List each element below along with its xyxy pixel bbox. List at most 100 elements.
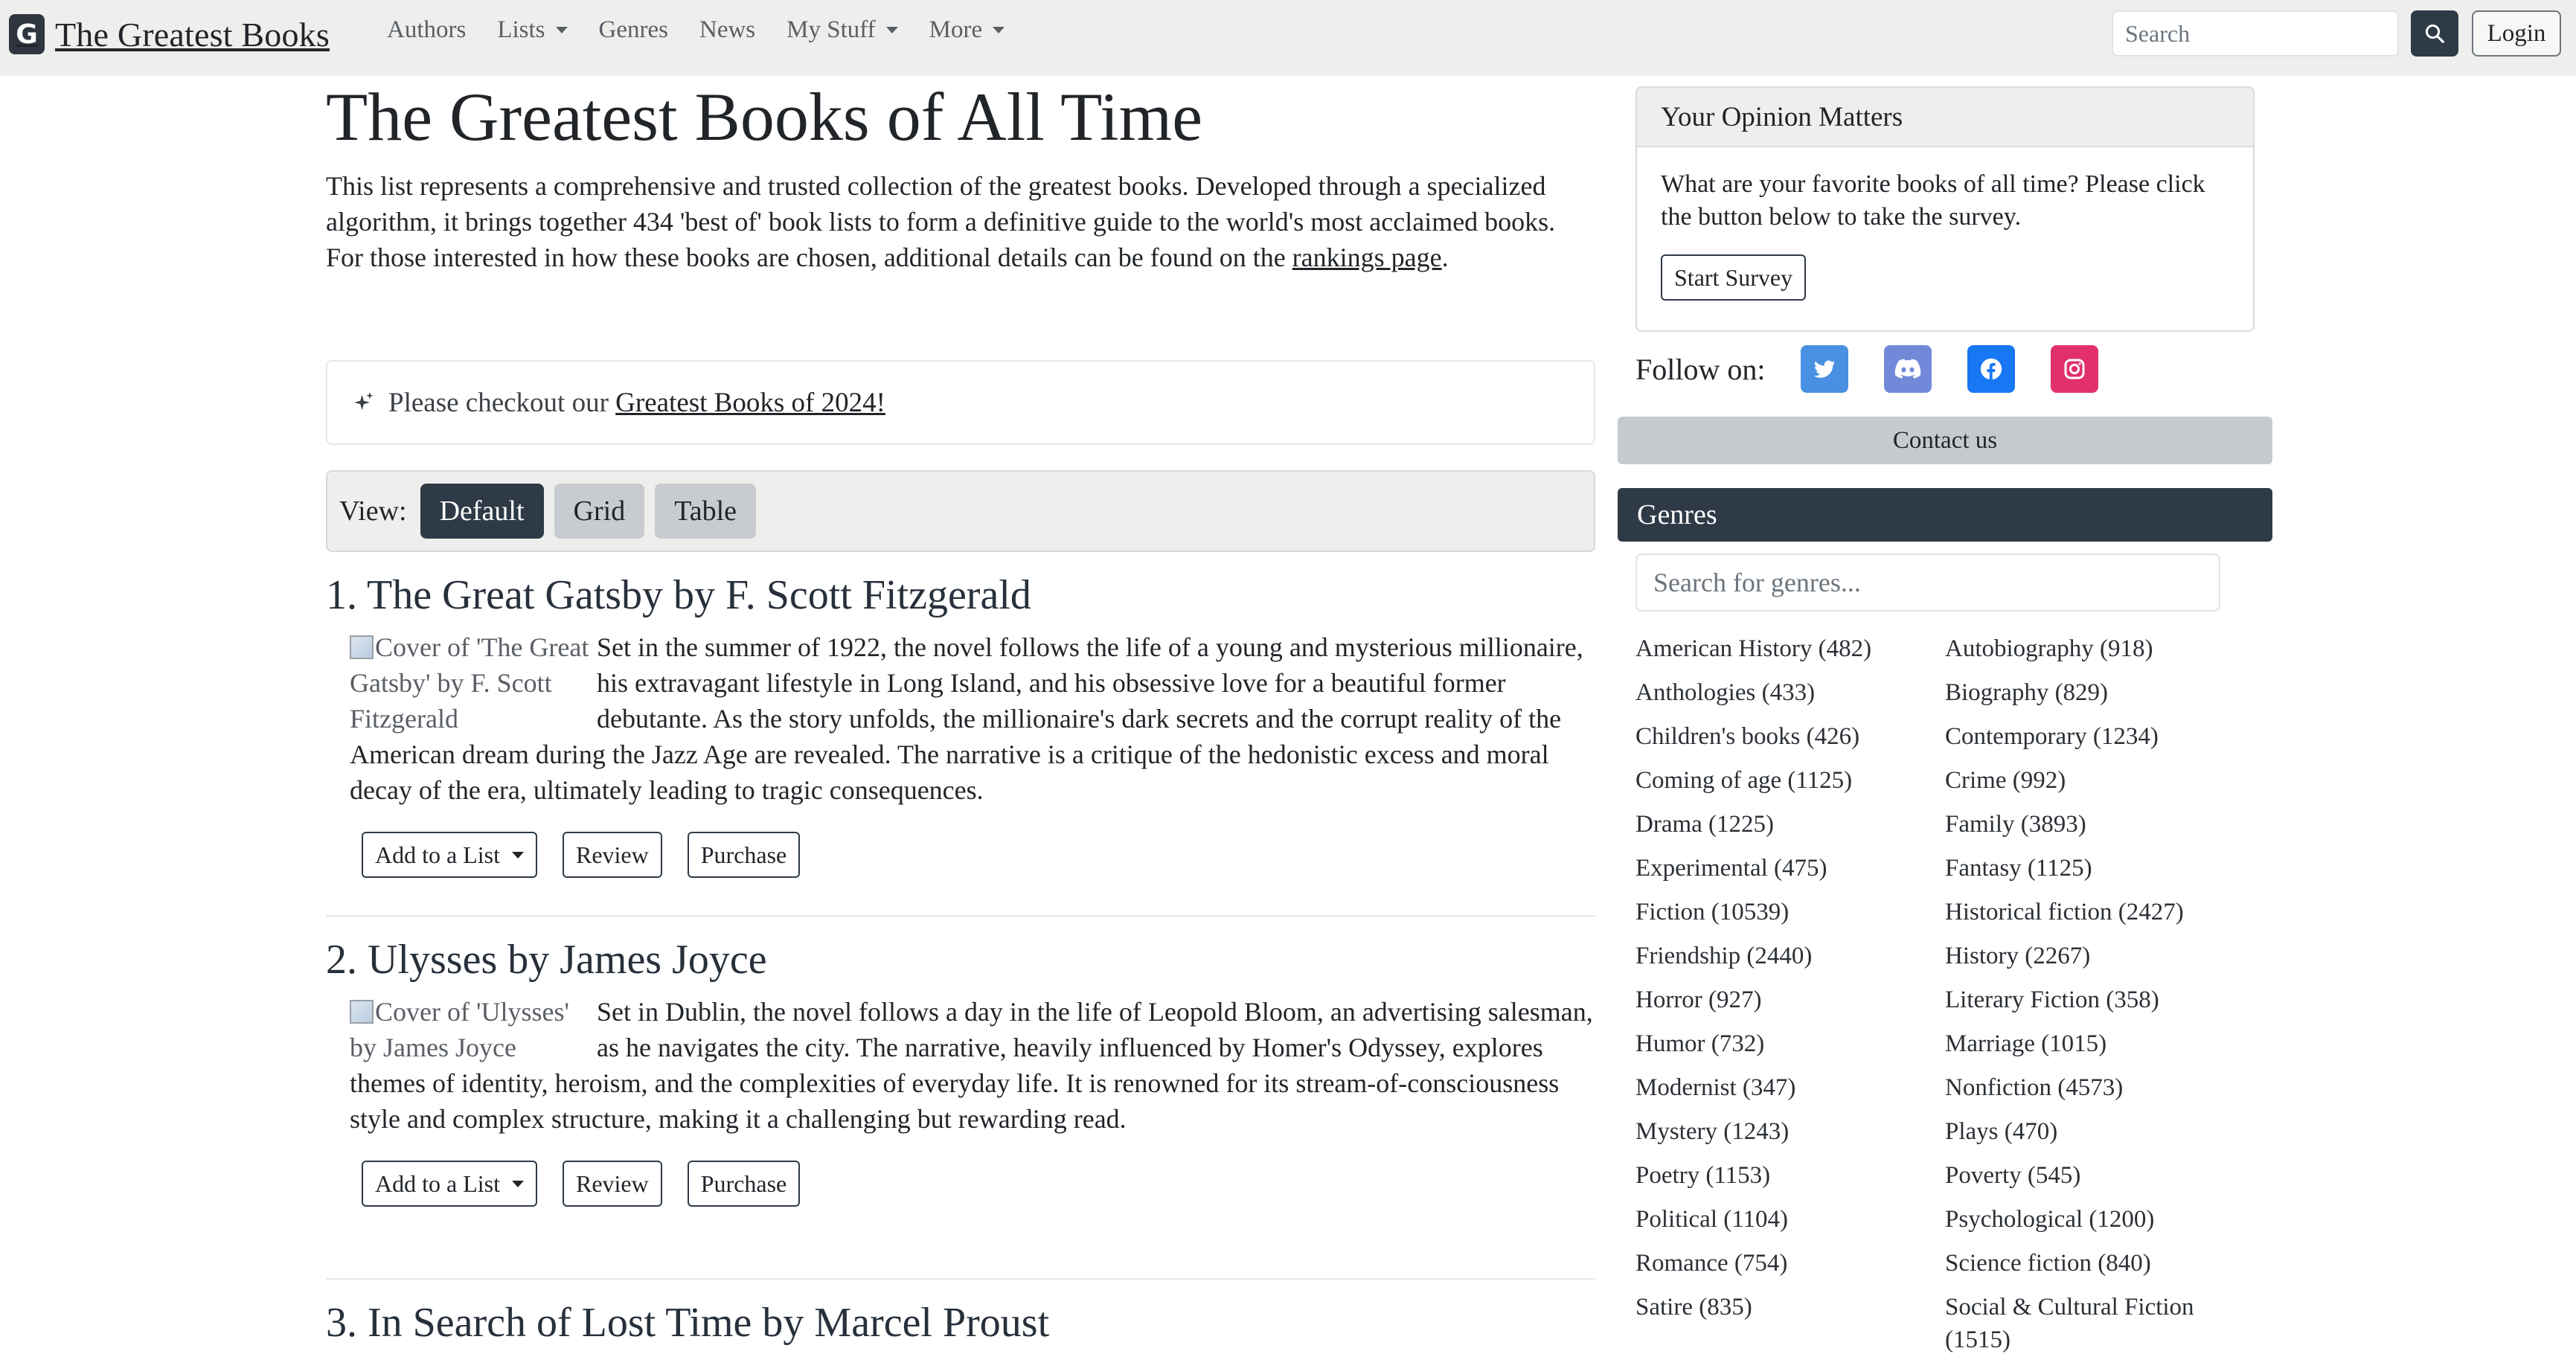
genre-link[interactable]: Drama (1225) <box>1635 808 1945 841</box>
nav-genres-label: Genres <box>598 16 668 43</box>
review-button[interactable]: Review <box>562 832 662 878</box>
genre-link[interactable]: Political (1104) <box>1635 1203 1945 1236</box>
book-actions: Add to a List Review Purchase <box>362 808 1595 878</box>
book-body: Cover of 'Ulysses' by James Joyce Set in… <box>350 994 1595 1207</box>
book-cover-image[interactable]: Cover of 'Ulysses' by James Joyce <box>350 994 595 1065</box>
caret-down-icon <box>993 27 1005 33</box>
genre-link[interactable]: Marriage (1015) <box>1945 1027 2255 1060</box>
start-survey-button[interactable]: Start Survey <box>1661 254 1807 301</box>
add-to-list-button[interactable]: Add to a List <box>362 1161 537 1207</box>
genre-link[interactable]: Children's books (426) <box>1635 720 1945 753</box>
book-entry: 3. In Search of Lost Time by Marcel Prou… <box>326 1299 1595 1347</box>
nav-my-stuff-label: My Stuff <box>786 16 876 43</box>
genre-link[interactable]: Contemporary (1234) <box>1945 720 2255 753</box>
add-to-list-button[interactable]: Add to a List <box>362 832 537 878</box>
notice-text: Please checkout our <box>388 387 609 418</box>
instagram-icon[interactable] <box>2051 345 2099 393</box>
genre-link[interactable]: Satire (835) <box>1635 1291 1945 1354</box>
view-table-button[interactable]: Table <box>655 484 757 539</box>
genre-link[interactable]: Mystery (1243) <box>1635 1115 1945 1148</box>
book-title-link[interactable]: 2. Ulysses by James Joyce <box>326 936 1595 984</box>
search-icon <box>2425 24 2444 43</box>
genre-link[interactable]: Fantasy (1125) <box>1945 852 2255 885</box>
genre-search-input[interactable] <box>1635 554 2220 612</box>
opinion-text: What are your favorite books of all time… <box>1661 170 2205 231</box>
genre-link[interactable]: Poverty (545) <box>1945 1159 2255 1192</box>
view-grid-button[interactable]: Grid <box>554 484 645 539</box>
top-navbar: G The Greatest Books Authors Lists Genre… <box>0 0 2576 76</box>
view-default-button[interactable]: Default <box>420 484 544 539</box>
caret-down-icon <box>555 27 568 33</box>
nav-news-label: News <box>699 16 756 43</box>
follow-label: Follow on: <box>1635 352 1766 386</box>
genre-link[interactable]: Science fiction (840) <box>1945 1247 2255 1280</box>
genre-link[interactable]: Literary Fiction (358) <box>1945 984 2255 1016</box>
genre-link[interactable]: Modernist (347) <box>1635 1071 1945 1104</box>
book-title-link[interactable]: 3. In Search of Lost Time by Marcel Prou… <box>326 1299 1595 1347</box>
cover-alt-text: Cover of 'The Great Gatsby' by F. Scott … <box>350 632 589 734</box>
genre-link[interactable]: Coming of age (1125) <box>1635 764 1945 797</box>
search-button[interactable] <box>2411 10 2458 57</box>
genre-link[interactable]: Experimental (475) <box>1635 852 1945 885</box>
broken-image-icon <box>350 635 374 659</box>
genre-link[interactable]: American History (482) <box>1635 632 1945 665</box>
book-title-link[interactable]: 1. The Great Gatsby by F. Scott Fitzgera… <box>326 571 1595 619</box>
genre-list: American History (482) Autobiography (918… <box>1635 632 2261 1354</box>
genre-link[interactable]: Romance (754) <box>1635 1247 1945 1280</box>
nav-links: Authors Lists Genres News My Stuff More <box>387 16 1036 44</box>
genre-link[interactable]: Plays (470) <box>1945 1115 2255 1148</box>
search-input[interactable] <box>2112 10 2399 57</box>
nav-lists-dropdown[interactable]: Lists <box>497 16 568 44</box>
nav-genres[interactable]: Genres <box>599 16 668 44</box>
cover-alt-text: Cover of 'Ulysses' by James Joyce <box>350 997 569 1062</box>
brand-link[interactable]: G The Greatest Books <box>9 10 330 58</box>
greatest-books-2024-link[interactable]: Greatest Books of 2024! <box>615 387 885 419</box>
genre-link[interactable]: History (2267) <box>1945 940 2255 972</box>
genre-link[interactable]: Autobiography (918) <box>1945 632 2255 665</box>
rankings-link[interactable]: rankings page <box>1292 243 1442 272</box>
intro-paragraph: This list represents a comprehensive and… <box>326 168 1591 275</box>
genres-header: Genres <box>1618 488 2272 542</box>
nav-authors[interactable]: Authors <box>387 16 466 44</box>
review-button[interactable]: Review <box>562 1161 662 1207</box>
book-cover-image[interactable]: Cover of 'The Great Gatsby' by F. Scott … <box>350 629 595 737</box>
intro-end: . <box>1441 243 1449 272</box>
nav-more-dropdown[interactable]: More <box>929 16 1005 44</box>
genre-link[interactable]: Nonfiction (4573) <box>1945 1071 2255 1104</box>
nav-news[interactable]: News <box>699 16 755 44</box>
genre-link[interactable]: Historical fiction (2427) <box>1945 896 2255 928</box>
genre-link[interactable]: Anthologies (433) <box>1635 676 1945 709</box>
genre-link[interactable]: Biography (829) <box>1945 676 2255 709</box>
brand-logo-icon: G <box>9 14 45 54</box>
book-actions: Add to a List Review Purchase <box>362 1137 1595 1207</box>
twitter-icon[interactable] <box>1801 345 1849 393</box>
purchase-button[interactable]: Purchase <box>687 832 801 878</box>
genre-link[interactable]: Humor (732) <box>1635 1027 1945 1060</box>
view-label: View: <box>339 495 407 527</box>
genre-link[interactable]: Horror (927) <box>1635 984 1945 1016</box>
contact-us-button[interactable]: Contact us <box>1618 417 2272 464</box>
opinion-card-title: Your Opinion Matters <box>1637 88 2253 147</box>
notice-banner: Please checkout our Greatest Books of 20… <box>326 360 1595 445</box>
purchase-button[interactable]: Purchase <box>687 1161 801 1207</box>
genre-link[interactable]: Family (3893) <box>1945 808 2255 841</box>
nav-my-stuff-dropdown[interactable]: My Stuff <box>786 16 898 44</box>
discord-icon[interactable] <box>1884 345 1932 393</box>
opinion-card: Your Opinion Matters What are your favor… <box>1635 86 2255 332</box>
book-entry: 1. The Great Gatsby by F. Scott Fitzgera… <box>326 571 1595 878</box>
caret-down-icon <box>511 1180 524 1187</box>
genre-link[interactable]: Social & Cultural Fiction (1515) <box>1945 1291 2255 1354</box>
view-switcher: View: Default Grid Table <box>326 470 1595 552</box>
genre-link[interactable]: Fiction (10539) <box>1635 896 1945 928</box>
genre-link[interactable]: Psychological (1200) <box>1945 1203 2255 1236</box>
genre-link[interactable]: Poetry (1153) <box>1635 1159 1945 1192</box>
book-body: Cover of 'The Great Gatsby' by F. Scott … <box>350 629 1595 878</box>
facebook-icon[interactable] <box>1967 345 2016 393</box>
genre-link[interactable]: Friendship (2440) <box>1635 940 1945 972</box>
login-button[interactable]: Login <box>2472 10 2561 57</box>
genre-link[interactable]: Crime (992) <box>1945 764 2255 797</box>
sparkle-icon <box>354 391 375 414</box>
brand-name: The Greatest Books <box>55 15 330 54</box>
nav-more-label: More <box>929 16 983 43</box>
broken-image-icon <box>350 1000 374 1024</box>
